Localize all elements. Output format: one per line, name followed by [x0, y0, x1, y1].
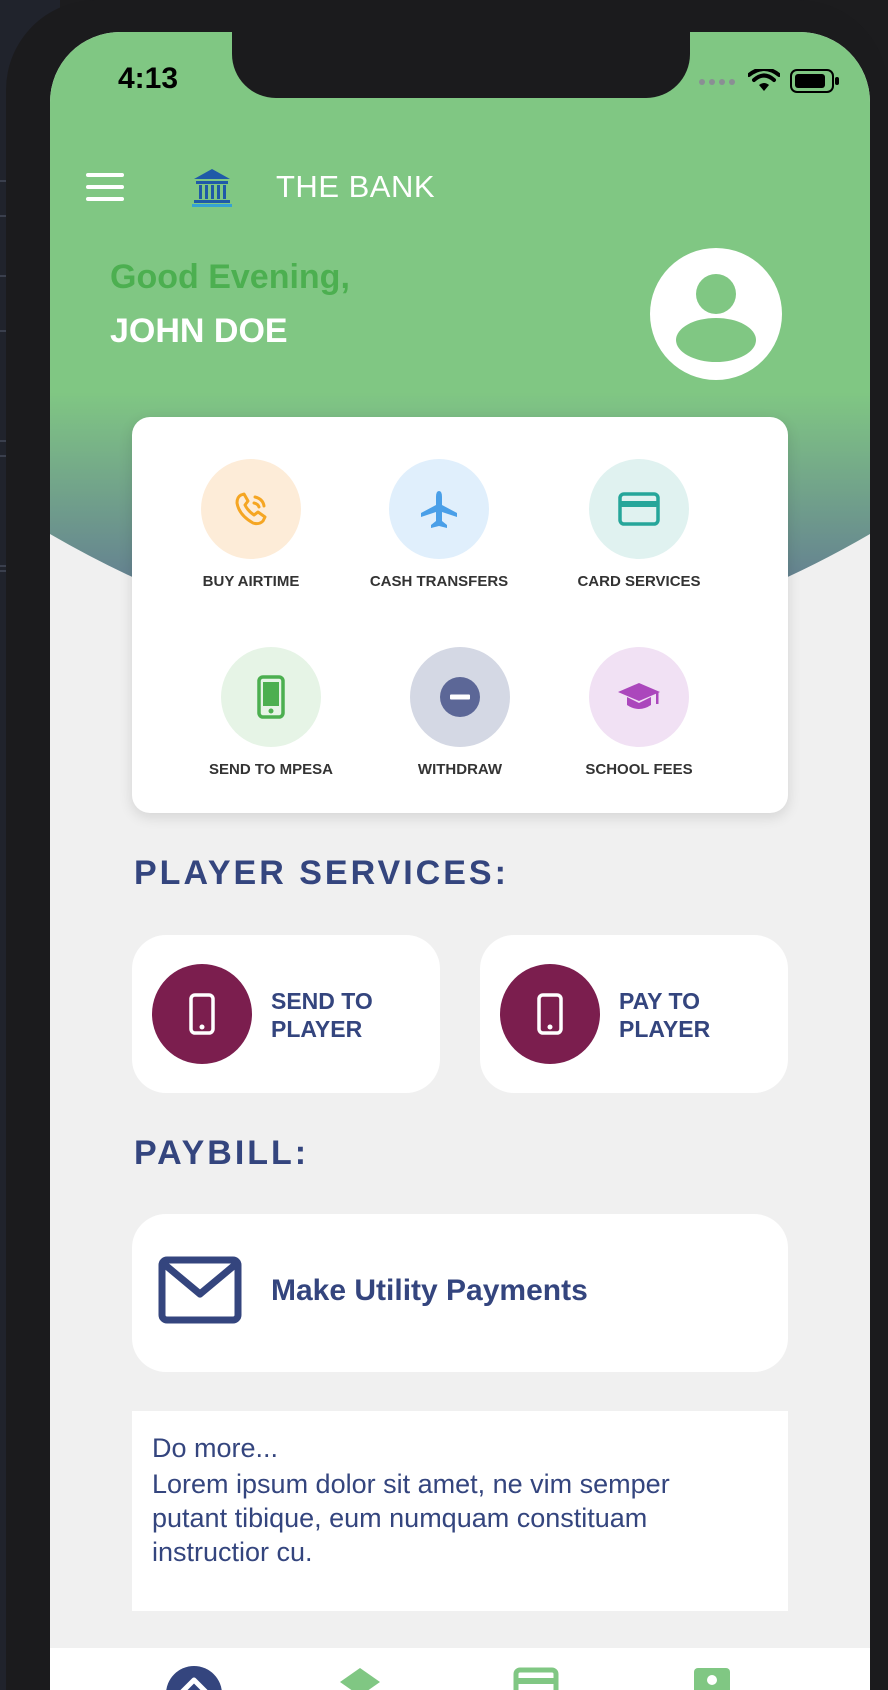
nav-cards[interactable]: [506, 1664, 566, 1690]
utility-payments-label: Make Utility Payments: [271, 1274, 588, 1307]
send-to-player-button[interactable]: SEND TO PLAYER: [132, 935, 440, 1093]
do-more-panel: Do more... Lorem ipsum dolor sit amet, n…: [132, 1411, 788, 1611]
service-label: CASH TRANSFERS: [369, 573, 509, 590]
service-cash-transfers[interactable]: CASH TRANSFERS: [344, 459, 534, 590]
bank-icon: [340, 1668, 380, 1690]
paybill-title: PAYBILL:: [134, 1134, 310, 1172]
app-screen: 4:13 THE BANK Good Evening, JOHN DOE BUY…: [50, 32, 870, 1690]
service-send-to-mpesa[interactable]: SEND TO MPESA: [176, 647, 366, 778]
mobile-phone-icon: [152, 964, 252, 1064]
battery-icon: [790, 69, 839, 93]
status-icons: [698, 66, 840, 96]
graduation-cap-icon: [589, 647, 689, 747]
card-icon: [513, 1667, 559, 1690]
user-name: JOHN DOE: [110, 312, 288, 350]
hamburger-menu-icon[interactable]: [86, 173, 124, 201]
service-label: WITHDRAW: [417, 761, 503, 778]
nav-profile[interactable]: [682, 1664, 742, 1690]
envelope-icon: [158, 1256, 242, 1324]
signal-icon: [699, 79, 735, 85]
service-buy-airtime[interactable]: BUY AIRTIME: [156, 459, 346, 590]
wifi-icon: [748, 69, 780, 91]
pay-to-player-button[interactable]: PAY TO PLAYER: [480, 935, 788, 1093]
top-bar: THE BANK: [86, 157, 435, 217]
service-label: CARD SERVICES: [577, 573, 701, 590]
profile-avatar[interactable]: [650, 248, 782, 380]
send-to-player-label: SEND TO PLAYER: [271, 988, 373, 1042]
phone-frame: 4:13 THE BANK Good Evening, JOHN DOE BUY…: [6, 0, 888, 1690]
do-more-body: Lorem ipsum dolor sit amet, ne vim sempe…: [152, 1469, 670, 1567]
device-notch: [232, 32, 690, 98]
quick-services-card: BUY AIRTIME CASH TRANSFERS CARD SERVICES: [132, 417, 788, 813]
app-title: THE BANK: [276, 169, 436, 204]
greeting-text: Good Evening,: [110, 258, 350, 296]
home-icon: [166, 1666, 222, 1690]
service-label: SCHOOL FEES: [585, 761, 693, 778]
service-label: BUY AIRTIME: [202, 573, 300, 590]
credit-card-icon: [589, 459, 689, 559]
service-withdraw[interactable]: WITHDRAW: [365, 647, 555, 778]
status-time: 4:13: [118, 62, 179, 95]
user-icon: [676, 274, 756, 362]
make-utility-payments-button[interactable]: Make Utility Payments: [132, 1214, 788, 1372]
phone-call-icon: [201, 459, 301, 559]
service-label: SEND TO MPESA: [209, 761, 333, 778]
airplane-icon: [389, 459, 489, 559]
pay-to-player-label: PAY TO PLAYER: [619, 988, 711, 1042]
minus-circle-icon: [410, 647, 510, 747]
player-services-title: PLAYER SERVICES:: [134, 854, 509, 892]
bank-logo-icon: [192, 169, 232, 207]
service-card-services[interactable]: CARD SERVICES: [544, 459, 734, 590]
service-school-fees[interactable]: SCHOOL FEES: [544, 647, 734, 778]
mobile-phone-icon: [500, 964, 600, 1064]
nav-home[interactable]: [164, 1664, 224, 1690]
profile-icon: [694, 1668, 730, 1690]
bottom-navigation: [50, 1648, 870, 1690]
do-more-title: Do more...: [152, 1433, 279, 1463]
nav-bank[interactable]: [330, 1664, 390, 1690]
mobile-phone-icon: [221, 647, 321, 747]
